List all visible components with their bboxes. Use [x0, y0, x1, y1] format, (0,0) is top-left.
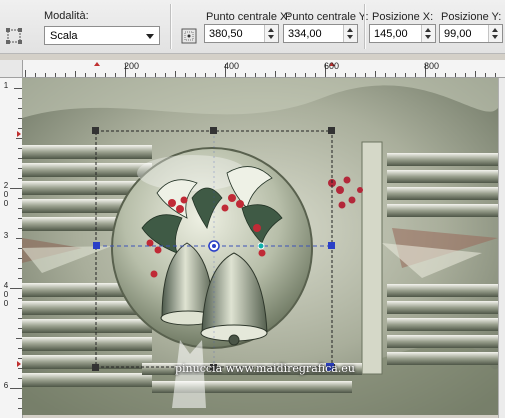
- position-x-value: 145,00: [374, 28, 408, 40]
- ruler-label: 600: [324, 61, 340, 71]
- ruler-label: 200: [124, 61, 140, 71]
- center-x-label: Punto centrale X:: [206, 11, 291, 23]
- tool-options-bar: Modalità: Scala Punto centrale X: 380,50…: [0, 0, 505, 54]
- position-x-stepper[interactable]: [421, 25, 435, 42]
- position-x-input[interactable]: 145,00: [369, 24, 436, 43]
- toolbar-divider: [364, 4, 366, 49]
- ruler-label: 0: [3, 290, 9, 299]
- image-canvas[interactable]: pinuccia www.maidiregrafica.eu: [22, 78, 498, 415]
- ruler-label: 1: [3, 81, 9, 90]
- deform-icon[interactable]: [5, 27, 23, 45]
- position-y-stepper[interactable]: [488, 25, 502, 42]
- ruler-label: 2: [3, 181, 9, 190]
- position-y-input[interactable]: 99,00: [439, 24, 503, 43]
- center-x-input[interactable]: 380,50: [204, 24, 279, 43]
- center-x-value: 380,50: [209, 28, 243, 40]
- toolbar-divider: [170, 4, 172, 49]
- ruler-label: 800: [424, 61, 440, 71]
- position-y-label: Posizione Y:: [441, 11, 502, 23]
- ruler-label: 0: [3, 199, 9, 208]
- ruler-label: 3: [3, 231, 9, 240]
- mode-select-value: Scala: [50, 30, 78, 42]
- ruler-vertical[interactable]: 1 2 0 0 3 4 0 0 6: [0, 60, 23, 418]
- position-x-label: Posizione X:: [372, 11, 434, 23]
- ruler-label: 0: [3, 299, 9, 308]
- ruler-label: 400: [224, 61, 240, 71]
- center-y-label: Punto centrale Y:: [285, 11, 369, 23]
- ruler-label: 4: [3, 281, 9, 290]
- ruler-corner: [0, 60, 23, 78]
- position-y-value: 99,00: [444, 28, 472, 40]
- ruler-label: 0: [3, 190, 9, 199]
- center-y-value: 334,00: [288, 28, 322, 40]
- center-point-icon[interactable]: [180, 27, 198, 45]
- vertical-scrollbar[interactable]: [498, 78, 505, 418]
- center-x-stepper[interactable]: [264, 25, 278, 42]
- ruler-horizontal[interactable]: 200 400 600 800: [0, 60, 505, 78]
- center-y-stepper[interactable]: [343, 25, 357, 42]
- ruler-label: 6: [3, 381, 9, 390]
- chevron-down-icon: [146, 34, 154, 39]
- watermark-text: pinuccia www.maidiregrafica.eu: [175, 362, 355, 375]
- mode-select[interactable]: Scala: [44, 26, 160, 45]
- center-y-input[interactable]: 334,00: [283, 24, 358, 43]
- mode-label: Modalità:: [44, 10, 89, 22]
